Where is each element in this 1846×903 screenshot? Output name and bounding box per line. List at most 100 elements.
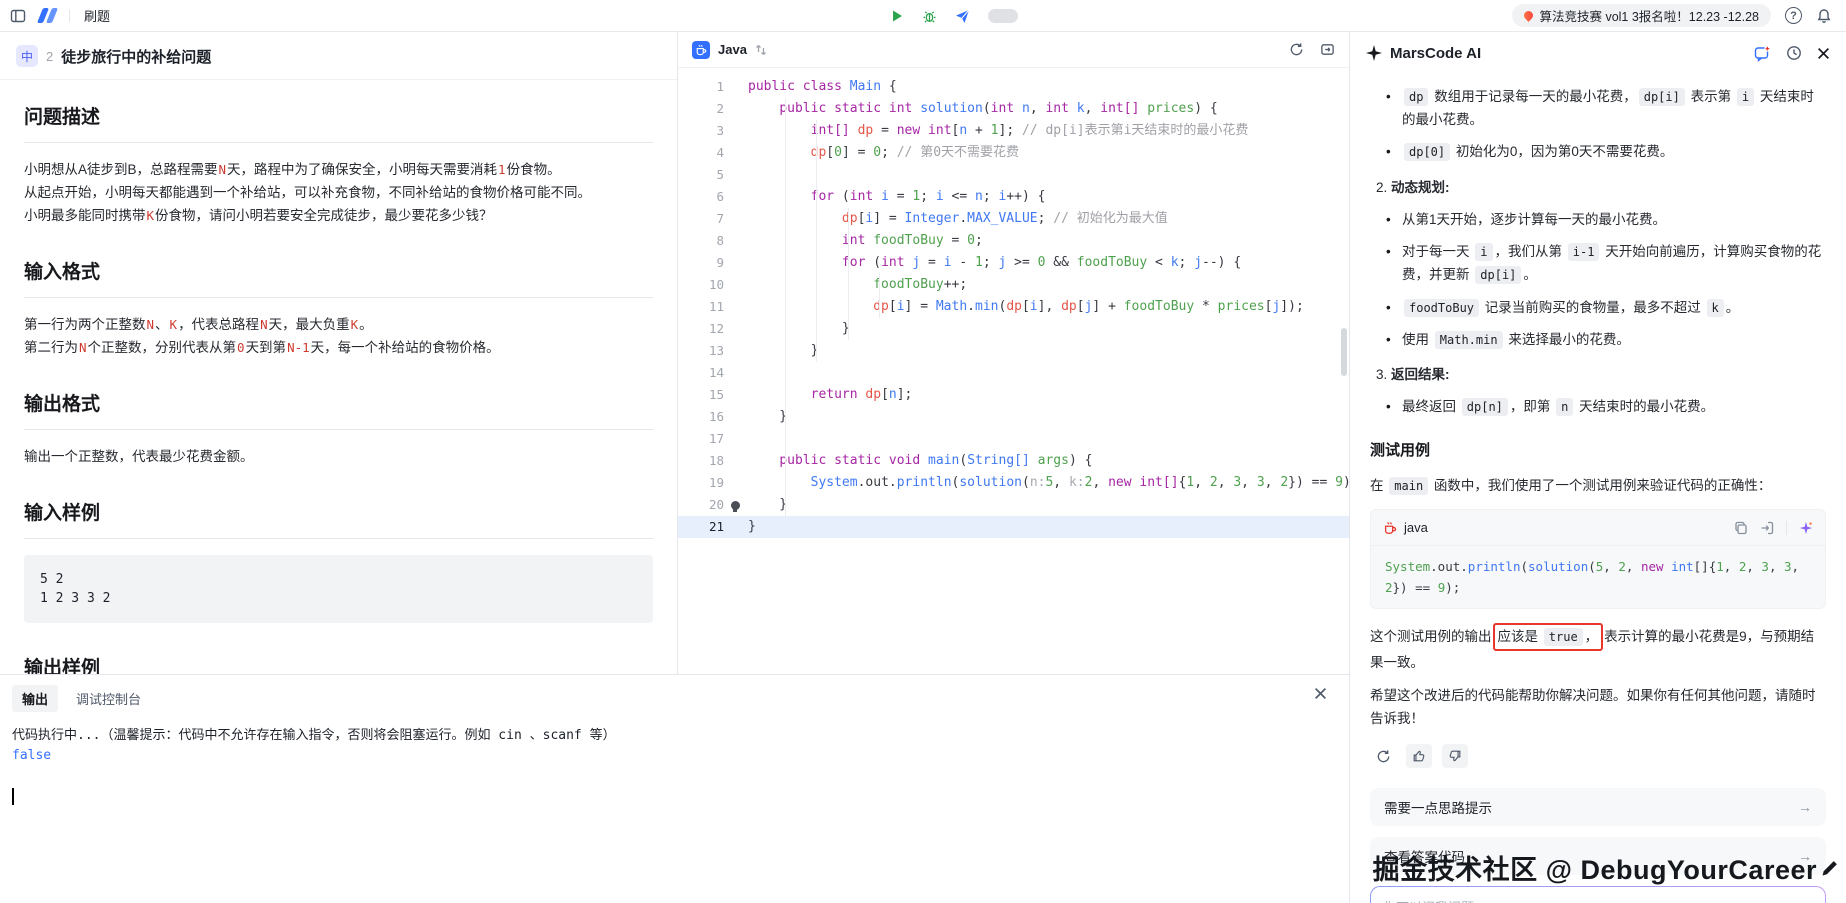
ai-bullet: 对于每一天 i，我们从第 i-1 天开始向前遍历，计算购买食物的花费，并更新 d… [1370,240,1826,286]
code-line[interactable]: 15 return dp[n]; [678,384,1349,406]
ai-message-area: dp 数组用于记录每一天的最小花费，dp[i] 表示第 i 天结束时的最小花费。… [1350,74,1846,903]
line-number: 15 [678,384,724,406]
line-number: 9 [678,252,724,274]
code-card-language: java [1404,517,1428,539]
new-chat-icon[interactable] [1754,45,1771,62]
code-line[interactable]: 18 public static void main(String[] args… [678,450,1349,472]
java-icon [692,41,710,59]
help-icon[interactable]: ? [1785,7,1802,24]
section-heading: 输入格式 [24,257,653,298]
thumbs-up-icon[interactable] [1406,744,1432,768]
submit-button[interactable] [955,9,970,24]
nav-practice[interactable]: 刷题 [84,6,110,25]
ai-explain-sparkle-icon[interactable] [1799,521,1813,535]
fire-icon [1523,9,1536,22]
debug-test-button[interactable] [922,9,937,24]
code-line[interactable]: 14 [678,362,1349,384]
line-number: 7 [678,208,724,230]
line-number: 10 [678,274,724,296]
history-icon[interactable] [1786,45,1802,61]
code-line[interactable]: 5 [678,164,1349,186]
ai-code-card: java [1370,509,1826,609]
code-line[interactable]: 3 int[] dp = new int[n + 1]; // dp[i]表示第… [678,120,1349,142]
ai-answer-highlight: 这个测试用例的输出应该是 true，表示计算的最小花费是9，与预期结果一致。 [1370,623,1826,673]
section-heading: 输入样例 [24,498,653,539]
code-line[interactable]: 4 dp[0] = 0; // 第0天不需要花费 [678,142,1349,164]
code-area[interactable]: 1public class Main {2 public static int … [678,68,1349,674]
code-line[interactable]: 13 } [678,340,1349,362]
code-line[interactable]: 20 } [678,494,1349,516]
indent-guide [879,274,880,318]
console-close-icon[interactable] [1314,687,1327,700]
difficulty-badge: 中 [16,45,38,67]
line-number: 4 [678,142,724,164]
language-tab[interactable]: Java [718,42,747,57]
console-caret [12,788,14,805]
code-line[interactable]: 7 dp[i] = Integer.MAX_VALUE; // 初始化为最大值 [678,208,1349,230]
quickfix-bulb-icon[interactable] [731,501,740,510]
line-number: 16 [678,406,724,428]
console-result: false [12,746,1337,766]
close-icon[interactable] [1817,47,1830,60]
code-line[interactable]: 9 for (int j = i - 1; j >= 0 && foodToBu… [678,252,1349,274]
ai-bullet: 从第1天开始，逐步计算每一天的最小花费。 [1370,208,1826,231]
copy-icon[interactable] [1734,521,1748,535]
panel-toggle-icon[interactable] [10,8,26,24]
code-line[interactable]: 16 } [678,406,1349,428]
suggestion-hint-button[interactable]: 需要一点思路提示 → [1370,788,1826,826]
line-number: 2 [678,98,724,120]
ai-bullet: foodToBuy 记录当前购买的食物量，最多不超过 k。 [1370,296,1826,319]
code-line[interactable]: 10 foodToBuy++; [678,274,1349,296]
problem-title: 徒步旅行中的补给问题 [61,46,211,67]
ai-paragraph: 希望这个改进后的代码能帮助你解决问题。如果你有任何其他问题，请随时告诉我！ [1370,684,1826,730]
line-number: 12 [678,318,724,340]
editor-header: Java [678,32,1349,68]
tab-debug-console[interactable]: 调试控制台 [66,685,151,712]
contest-banner[interactable]: 算法竞技赛 vol1 3报名啦！12.23 -12.28 [1512,4,1771,27]
code-line[interactable]: 21} [678,516,1349,538]
code-line[interactable]: 19 System.out.println(solution(n:5, k:2,… [678,472,1349,494]
code-line[interactable]: 2 public static int solution(int n, int … [678,98,1349,120]
contest-banner-text: 算法竞技赛 vol1 3报名啦！12.23 -12.28 [1539,6,1759,25]
insert-code-icon[interactable] [1760,521,1774,535]
notification-bell-icon[interactable] [1816,8,1832,24]
code-line[interactable]: 8 int foodToBuy = 0; [678,230,1349,252]
pen-icon [1820,858,1840,878]
ai-section-heading: 测试用例 [1370,438,1826,464]
editor-scrollbar[interactable] [1341,328,1347,376]
line-number: 1 [678,76,724,98]
code-line[interactable]: 17 [678,428,1349,450]
ai-numbered-label: 2. 动态规划: [1370,176,1826,199]
code-line[interactable]: 12 } [678,318,1349,340]
top-bar: 刷题 算法竞技赛 vol1 3报名啦！12.23 -12.28 ? [0,0,1846,32]
regenerate-icon[interactable] [1370,744,1396,768]
line-number: 19 [678,472,724,494]
ai-chat-input[interactable]: 你可以问我问题 [1370,886,1826,903]
ai-bullet: dp[0] 初始化为0，因为第0天不需要花费。 [1370,140,1826,163]
ai-bullet: dp 数组用于记录每一天的最小花费，dp[i] 表示第 i 天结束时的最小花费。 [1370,85,1826,131]
reset-code-icon[interactable] [1289,42,1304,57]
code-line[interactable]: 6 for (int i = 1; i <= n; i++) { [678,186,1349,208]
code-line[interactable]: 11 dp[i] = Math.min(dp[i], dp[j] + foodT… [678,296,1349,318]
marscode-ai-panel: MarsCode AI dp 数组用于记录每一天的最小花费，dp[i] 表示第 … [1350,32,1846,903]
run-button[interactable] [890,9,904,23]
thumbs-down-icon[interactable] [1442,744,1468,768]
code-line[interactable]: 1public class Main { [678,76,1349,98]
section-paragraphs: 小明想从A徒步到B，总路程需要N天，路程中为了确保安全，小明每天需要消耗1份食物… [24,158,653,227]
code-editor-panel: Java [678,32,1349,674]
indent-guide [848,208,849,340]
section-paragraphs: 第一行为两个正整数N、K，代表总路程N天，最大负重K。第二行为N个正整数，分别代… [24,313,653,359]
suggestion-hint-label: 需要一点思路提示 [1384,797,1492,817]
tab-output[interactable]: 输出 [12,685,58,712]
line-number: 8 [678,230,724,252]
compare-code-icon[interactable] [1320,42,1335,57]
line-number: 20 [678,494,724,516]
indent-guide [785,98,786,516]
ai-header: MarsCode AI [1350,32,1846,74]
language-switch-icon[interactable] [755,44,767,56]
ai-paragraph: 在 main 函数中，我们使用了一个测试用例来验证代码的正确性： [1370,474,1826,497]
ai-bullet: 使用 Math.min 来选择最小的花费。 [1370,328,1826,351]
divider [1786,521,1787,535]
line-number: 21 [678,516,724,538]
loading-pill [988,9,1018,23]
